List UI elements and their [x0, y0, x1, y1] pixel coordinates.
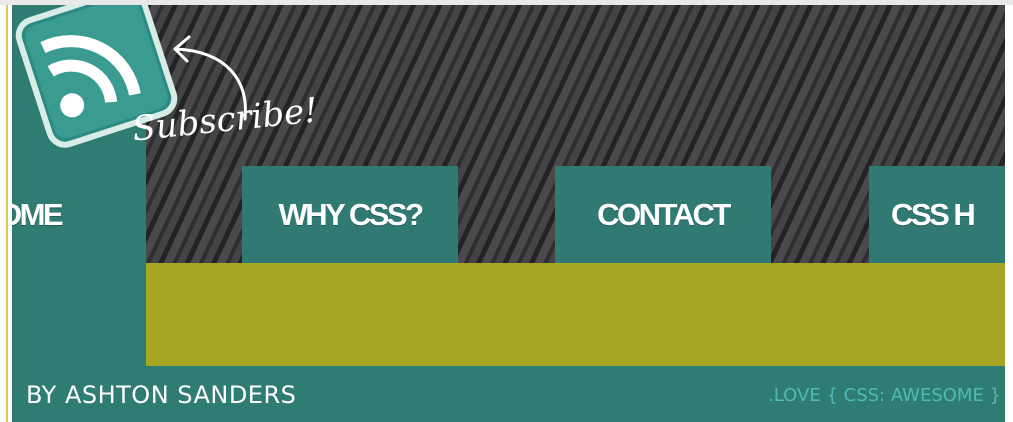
- nav-why-css-label: WHY CSS?: [278, 197, 424, 232]
- nav-why-css[interactable]: WHY CSS?: [242, 166, 458, 263]
- site-header: OME WHY CSS? CONTACT CSS H BY ASHTON SAN…: [12, 5, 1005, 422]
- content-band: [146, 263, 1005, 366]
- curved-arrow-icon: [173, 35, 247, 121]
- site-tagline: .LOVE { CSS: AWESOME }: [768, 385, 1001, 406]
- nav-contact[interactable]: CONTACT: [555, 166, 771, 263]
- nav-home[interactable]: OME: [12, 166, 146, 263]
- browser-frame: OME WHY CSS? CONTACT CSS H BY ASHTON SAN…: [0, 0, 1013, 422]
- author-byline: BY ASHTON SANDERS: [26, 381, 297, 409]
- left-rule: [6, 5, 8, 422]
- nav-css-help[interactable]: CSS H: [869, 166, 1005, 263]
- nav-home-label: OME: [12, 197, 64, 232]
- nav-contact-label: CONTACT: [597, 197, 731, 232]
- nav-css-help-label: CSS H: [891, 197, 976, 232]
